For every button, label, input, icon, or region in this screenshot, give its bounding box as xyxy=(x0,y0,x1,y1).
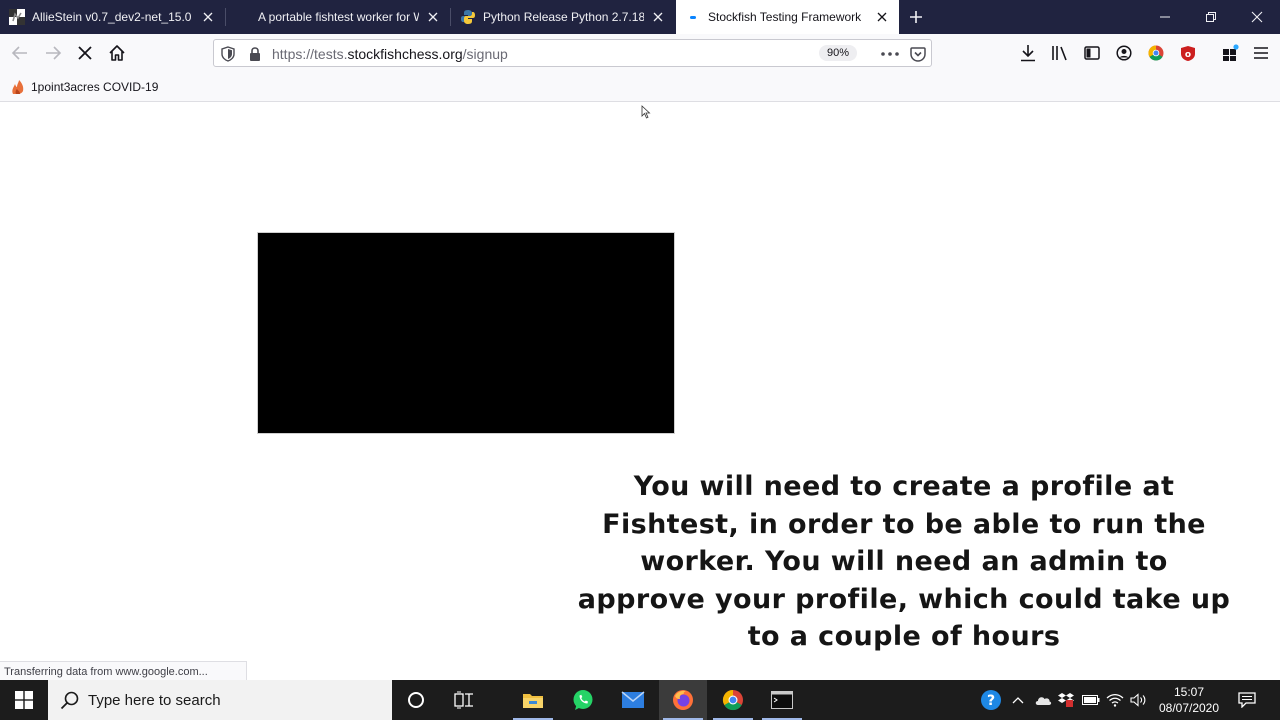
minimize-icon xyxy=(1160,16,1170,18)
start-button[interactable] xyxy=(0,680,48,720)
windows-taskbar: Type here to search ? 15:07 08/07/2020 xyxy=(0,680,1280,720)
python-logo-icon xyxy=(460,9,476,25)
url-scheme: https://tests. xyxy=(272,46,348,62)
close-window-button[interactable] xyxy=(1234,0,1280,34)
flame-icon xyxy=(12,80,24,94)
sidebar-icon[interactable] xyxy=(1081,42,1103,64)
close-icon xyxy=(1251,11,1263,23)
search-icon xyxy=(60,691,79,710)
taskbar-search-box[interactable]: Type here to search xyxy=(48,680,392,720)
forward-button[interactable] xyxy=(38,38,68,68)
folder-icon xyxy=(523,694,543,708)
mail-icon xyxy=(621,691,645,708)
dropbox-icon[interactable] xyxy=(1056,680,1076,720)
task-view-button[interactable] xyxy=(440,680,488,720)
task-view-icon xyxy=(454,691,473,709)
tab-python-release[interactable]: Python Release Python 2.7.18 | P xyxy=(451,0,675,34)
ublock-shield-icon[interactable]: o xyxy=(1177,42,1199,64)
system-clock[interactable]: 15:07 08/07/2020 xyxy=(1152,684,1226,716)
downloads-icon[interactable] xyxy=(1017,42,1039,64)
lock-icon[interactable] xyxy=(245,44,265,64)
zoom-level-badge[interactable]: 90% xyxy=(819,45,857,61)
svg-text:?: ? xyxy=(987,693,995,709)
tab-alliestein[interactable]: AllieStein v0.7_dev2-net_15.0 v xyxy=(0,0,225,34)
minimize-button[interactable] xyxy=(1142,0,1188,34)
close-tab-icon[interactable] xyxy=(874,9,890,25)
volume-icon[interactable] xyxy=(1128,680,1150,720)
onedrive-cloud-icon[interactable] xyxy=(1032,680,1054,720)
restore-button[interactable] xyxy=(1188,0,1234,34)
taskbar-mail[interactable] xyxy=(609,680,657,720)
tab-fishtest-worker[interactable]: A portable fishtest worker for W xyxy=(226,0,450,34)
status-panel: Transferring data from www.google.com... xyxy=(0,661,247,682)
close-tab-icon[interactable] xyxy=(425,9,441,25)
url-path: /signup xyxy=(462,46,508,62)
taskbar-chrome[interactable] xyxy=(709,680,757,720)
tab-stockfish-testing[interactable]: Stockfish Testing Framework xyxy=(676,0,899,34)
taskbar-file-explorer[interactable] xyxy=(509,680,557,720)
bookmark-1point3acres[interactable]: 1point3acres COVID-19 xyxy=(10,79,158,95)
back-button[interactable] xyxy=(5,38,35,68)
tab-title: Stockfish Testing Framework xyxy=(708,10,862,24)
tracking-protection-shield-icon[interactable] xyxy=(218,44,238,64)
home-icon xyxy=(109,45,125,61)
pocket-icon[interactable] xyxy=(908,44,928,64)
url-host: stockfishchess.org xyxy=(347,46,463,62)
instruction-caption: You will need to create a profile at Fis… xyxy=(577,471,1231,652)
tab-strip: AllieStein v0.7_dev2-net_15.0 v A portab… xyxy=(0,0,1280,34)
stop-loading-button[interactable] xyxy=(70,38,100,68)
tab-title: A portable fishtest worker for W xyxy=(258,10,419,24)
tab-title: AllieStein v0.7_dev2-net_15.0 v xyxy=(32,10,194,24)
hamburger-menu-icon[interactable] xyxy=(1250,42,1272,64)
video-frame xyxy=(257,232,675,434)
url-bar[interactable]: https://tests.stockfishchess.org/signup … xyxy=(213,39,932,67)
forward-arrow-icon xyxy=(46,46,62,60)
svg-text:o: o xyxy=(1185,50,1191,60)
chrome-extension-icon[interactable] xyxy=(1145,42,1167,64)
show-hidden-icons-chevron-icon[interactable] xyxy=(1008,680,1028,720)
whatsapp-icon xyxy=(573,690,593,710)
extensions-puzzle-icon[interactable] xyxy=(1219,42,1241,64)
tab-title: Python Release Python 2.7.18 | P xyxy=(483,10,644,24)
new-tab-button[interactable] xyxy=(903,4,929,30)
taskbar-firefox[interactable] xyxy=(659,680,707,720)
page-content: You will need to create a profile at Fis… xyxy=(0,102,1280,682)
clock-time: 15:07 xyxy=(1173,685,1205,699)
close-tab-icon[interactable] xyxy=(200,9,216,25)
bookmark-label: 1point3acres COVID-19 xyxy=(31,80,159,94)
taskbar-command-prompt[interactable] xyxy=(758,680,806,720)
restore-icon xyxy=(1206,12,1216,22)
loading-dot-icon xyxy=(685,9,701,25)
home-button[interactable] xyxy=(102,38,132,68)
stop-icon xyxy=(78,46,92,60)
help-tray-icon[interactable]: ? xyxy=(978,680,1004,720)
cortana-ring-icon xyxy=(408,692,424,708)
mouse-pointer-icon xyxy=(641,105,651,119)
page-actions-menu-icon[interactable] xyxy=(880,44,900,64)
wifi-icon[interactable] xyxy=(1104,680,1126,720)
taskbar-whatsapp[interactable] xyxy=(559,680,607,720)
bookmarks-toolbar: 1point3acres COVID-19 xyxy=(0,72,1280,102)
library-icon[interactable] xyxy=(1049,42,1071,64)
search-placeholder: Type here to search xyxy=(88,691,221,709)
plus-icon xyxy=(910,11,922,23)
terminal-icon xyxy=(771,691,793,709)
action-center-icon[interactable] xyxy=(1234,680,1260,720)
firefox-icon xyxy=(673,690,693,710)
chrome-icon xyxy=(722,689,743,711)
navigation-toolbar: https://tests.stockfishchess.org/signup … xyxy=(0,34,1280,72)
windows-logo-icon xyxy=(15,691,33,709)
back-arrow-icon xyxy=(11,46,27,60)
close-tab-icon[interactable] xyxy=(650,9,666,25)
cortana-button[interactable] xyxy=(392,680,440,720)
battery-icon[interactable] xyxy=(1080,680,1102,720)
blank-page-icon xyxy=(235,9,251,25)
clock-date: 08/07/2020 xyxy=(1158,701,1220,715)
account-icon[interactable] xyxy=(1113,42,1135,64)
chess-board-icon xyxy=(9,9,25,25)
url-text[interactable]: https://tests.stockfishchess.org/signup xyxy=(272,46,508,62)
